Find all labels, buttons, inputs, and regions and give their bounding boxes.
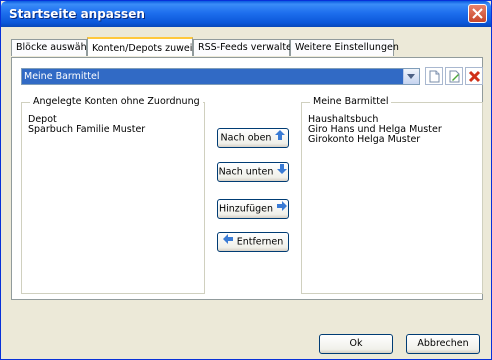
close-button[interactable]: [468, 4, 487, 23]
tab-label: Konten/Depots zuweisen: [92, 43, 210, 54]
remove-button[interactable]: Entfernen: [217, 232, 289, 252]
move-up-label: Nach oben: [220, 132, 272, 144]
title-bar[interactable]: Startseite anpassen: [1, 1, 491, 27]
unassigned-accounts-list: Depot Sparbuch Familie Muster: [28, 115, 145, 135]
tab-weitere-einstellungen[interactable]: Weitere Einstellungen: [290, 39, 399, 56]
tab-label: Weitere Einstellungen: [295, 42, 399, 53]
new-category-button[interactable]: [425, 67, 443, 85]
delete-icon: [468, 70, 481, 83]
delete-category-button[interactable]: [465, 67, 483, 85]
edit-category-button[interactable]: [445, 67, 463, 85]
tab-label: RSS-Feeds verwalten: [198, 42, 298, 53]
move-up-button[interactable]: Nach oben: [217, 128, 289, 148]
add-label: Hinzufügen: [218, 203, 274, 215]
ok-label: Ok: [349, 338, 363, 349]
list-item[interactable]: Sparbuch Familie Muster: [28, 125, 145, 135]
arrow-right-icon: [277, 200, 288, 218]
tab-bloecke-auswaehlen[interactable]: Blöcke auswählen: [11, 39, 101, 56]
close-icon: [472, 8, 483, 19]
tab-rss-feeds-verwalten[interactable]: RSS-Feeds verwalten: [193, 39, 298, 56]
new-document-icon: [429, 70, 440, 83]
cancel-button[interactable]: Abbrechen: [406, 334, 480, 354]
list-item[interactable]: Girokonto Helga Muster: [308, 135, 442, 145]
dialog-window: Startseite anpassen Blöcke auswählen Kon…: [0, 0, 492, 360]
cancel-label: Abbrechen: [417, 338, 469, 349]
arrow-down-icon: [277, 163, 288, 181]
move-down-button[interactable]: Nach unten: [217, 162, 289, 182]
assigned-accounts-group: Meine Barmittel Haushaltsbuch Giro Hans …: [301, 96, 483, 294]
combo-dropdown-button[interactable]: [403, 69, 419, 84]
remove-label: Entfernen: [236, 236, 284, 248]
move-down-label: Nach unten: [218, 166, 274, 178]
unassigned-accounts-group: Angelegte Konten ohne Zuordnung Depot Sp…: [21, 96, 205, 294]
arrow-left-icon: [222, 233, 233, 251]
add-button[interactable]: Hinzufügen: [217, 199, 289, 219]
assigned-accounts-legend: Meine Barmittel: [310, 96, 392, 107]
tab-konten-depots-zuweisen[interactable]: Konten/Depots zuweisen: [87, 37, 209, 56]
assigned-accounts-list: Haushaltsbuch Giro Hans und Helga Muster…: [308, 115, 442, 145]
chevron-down-icon: [407, 74, 415, 79]
unassigned-accounts-legend: Angelegte Konten ohne Zuordnung: [30, 96, 203, 107]
category-combobox[interactable]: Meine Barmittel: [21, 68, 420, 85]
combo-selected-value: Meine Barmittel: [24, 71, 100, 82]
arrow-up-icon: [275, 129, 286, 147]
ok-button[interactable]: Ok: [319, 334, 393, 354]
window-title: Startseite anpassen: [9, 7, 145, 21]
edit-document-icon: [449, 70, 460, 83]
